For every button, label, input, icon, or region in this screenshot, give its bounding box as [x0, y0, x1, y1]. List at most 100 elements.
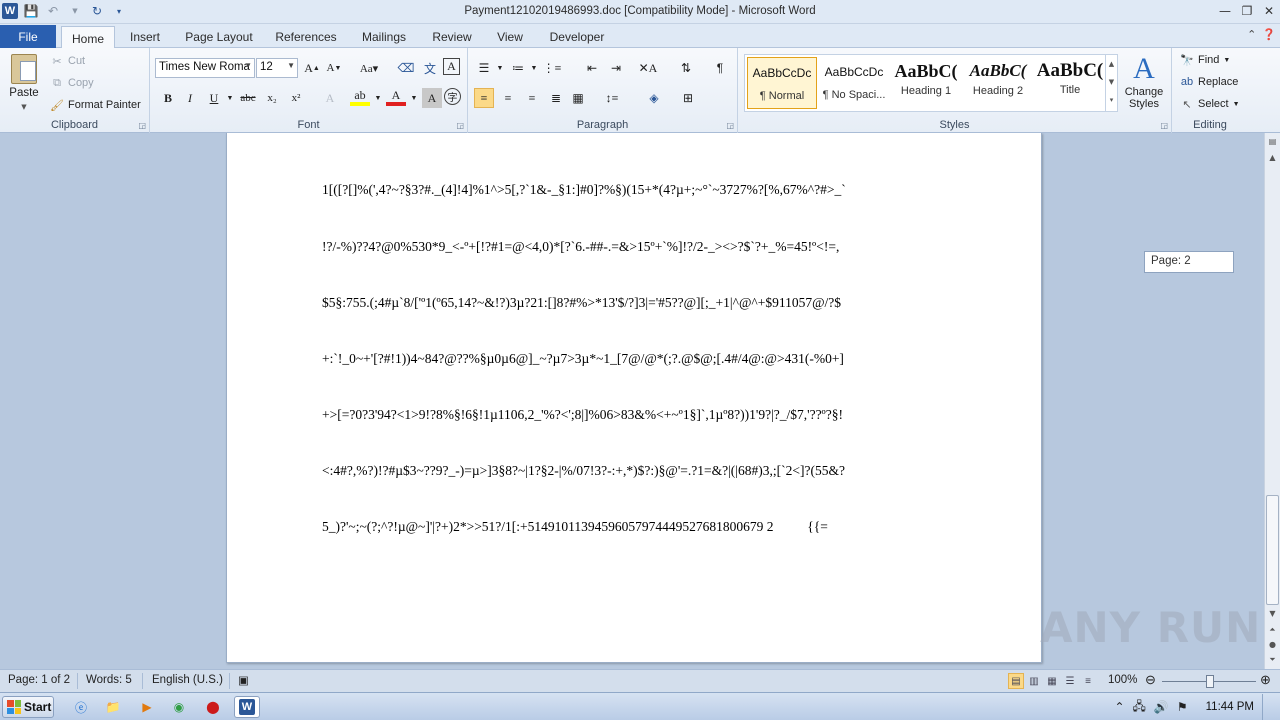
find-button[interactable]: 🔭 Find ▼: [1180, 53, 1230, 67]
highlight-dropdown-icon[interactable]: ▼: [368, 88, 388, 108]
zoom-level[interactable]: 100%: [1108, 674, 1137, 686]
align-left-icon[interactable]: ≡: [474, 88, 494, 108]
styles-launcher-icon[interactable]: ◲: [1160, 121, 1168, 130]
change-styles-button[interactable]: A Change Styles: [1120, 52, 1168, 110]
distributed-icon[interactable]: ▦: [568, 88, 588, 108]
character-shading-icon[interactable]: A: [422, 88, 442, 108]
grow-font-icon[interactable]: A ▲: [302, 58, 322, 78]
decrease-indent-icon[interactable]: ⇤: [582, 58, 602, 78]
style-title[interactable]: AaBbC( Title: [1035, 57, 1105, 109]
tab-references[interactable]: References: [270, 26, 342, 48]
internet-explorer-icon[interactable]: ⓔ: [68, 696, 94, 718]
change-case-icon[interactable]: Aa▾: [356, 58, 382, 78]
style-normal[interactable]: AaBbCcDc ¶ Normal: [747, 57, 817, 109]
multilevel-list-icon[interactable]: ⋮≡: [542, 58, 562, 78]
text-effects-icon[interactable]: A: [320, 88, 340, 108]
scroll-up-icon[interactable]: ▲: [1265, 151, 1280, 165]
gallery-more-icon[interactable]: ▾: [1106, 91, 1117, 109]
numbering-dropdown-icon[interactable]: ▼: [524, 58, 544, 78]
select-browse-object-icon[interactable]: ●: [1265, 638, 1280, 652]
bullets-dropdown-icon[interactable]: ▼: [490, 58, 510, 78]
macro-recording-icon[interactable]: ▣: [238, 673, 249, 687]
increase-indent-icon[interactable]: ⇥: [606, 58, 626, 78]
action-center-flag-icon[interactable]: ⚑: [1177, 700, 1188, 714]
font-launcher-icon[interactable]: ◲: [456, 121, 464, 130]
word-taskbar-icon[interactable]: W: [234, 696, 260, 718]
tab-mailings[interactable]: Mailings: [354, 26, 414, 48]
zoom-out-icon[interactable]: ⊖: [1145, 672, 1156, 688]
previous-page-icon[interactable]: ⏶: [1265, 623, 1280, 637]
select-dropdown-icon[interactable]: ▼: [1233, 101, 1240, 108]
format-painter-button[interactable]: 🖌 Format Painter: [50, 98, 141, 112]
help-icon[interactable]: ❓: [1262, 28, 1276, 41]
vertical-scrollbar[interactable]: ▤ ▲ ▼ ⏶ ● ⏷: [1264, 133, 1280, 669]
subscript-icon[interactable]: x₂: [262, 88, 282, 108]
sort-icon[interactable]: ⇅: [676, 58, 696, 78]
web-layout-icon[interactable]: ▦: [1044, 673, 1060, 689]
shrink-font-icon[interactable]: A ▼: [324, 58, 344, 78]
scroll-thumb[interactable]: [1266, 495, 1279, 605]
draft-view-icon[interactable]: ≡: [1080, 673, 1096, 689]
next-page-icon[interactable]: ⏷: [1265, 653, 1280, 667]
style-no-spacing[interactable]: AaBbCcDc ¶ No Spaci...: [819, 57, 889, 109]
clock[interactable]: 11:44 PM: [1206, 701, 1254, 713]
tab-file[interactable]: File: [0, 25, 56, 48]
clipboard-launcher-icon[interactable]: ◲: [138, 121, 146, 130]
tab-insert[interactable]: Insert: [122, 26, 168, 48]
zoom-slider-knob[interactable]: [1206, 675, 1214, 688]
line-spacing-icon[interactable]: ↕≡: [602, 88, 622, 108]
replace-button[interactable]: ab Replace: [1180, 75, 1238, 89]
enclose-characters-icon[interactable]: 字: [444, 88, 461, 105]
start-button[interactable]: Start: [2, 696, 54, 718]
file-explorer-icon[interactable]: 📁: [100, 696, 126, 718]
ruler-toggle-icon[interactable]: ▤: [1265, 135, 1280, 149]
paste-button[interactable]: Paste ▼: [6, 52, 42, 114]
highlight-icon[interactable]: ab: [350, 88, 370, 106]
font-name-box[interactable]: Times New Roma ▼: [155, 58, 255, 78]
clear-formatting-icon[interactable]: ⌫: [396, 58, 416, 78]
word-count[interactable]: Words: 5: [86, 674, 132, 686]
tab-developer[interactable]: Developer: [542, 26, 612, 48]
show-desktop-button[interactable]: [1262, 694, 1272, 720]
align-right-icon[interactable]: ≡: [522, 88, 542, 108]
page-count[interactable]: Page: 1 of 2: [8, 674, 70, 686]
superscript-icon[interactable]: x²: [286, 88, 306, 108]
copy-button[interactable]: ⧉ Copy: [50, 76, 94, 90]
select-button[interactable]: ↖ Select ▼: [1180, 97, 1240, 111]
full-screen-reading-icon[interactable]: ▥: [1026, 673, 1042, 689]
font-size-dropdown-icon[interactable]: ▼: [287, 61, 295, 70]
find-dropdown-icon[interactable]: ▼: [1223, 57, 1230, 64]
restore-icon[interactable]: ❐: [1236, 0, 1258, 22]
style-heading-2[interactable]: AaBbC( Heading 2: [963, 57, 1033, 109]
document-text[interactable]: 1[([?[]%(',4?~?§3?#._(4]!4]%1^>5[,?`1&-_…: [322, 135, 942, 574]
network-icon[interactable]: 🖧: [1133, 697, 1146, 718]
font-size-box[interactable]: 12 ▼: [256, 58, 298, 78]
underline-dropdown-icon[interactable]: ▼: [220, 88, 240, 108]
close-icon[interactable]: ✕: [1258, 0, 1280, 22]
tab-page-layout[interactable]: Page Layout: [180, 26, 258, 48]
media-player-icon[interactable]: ▶: [134, 696, 160, 718]
minimize-icon[interactable]: —: [1214, 0, 1236, 22]
align-center-icon[interactable]: ≡: [498, 88, 518, 108]
paste-dropdown-icon[interactable]: ▼: [21, 103, 26, 111]
phonetic-guide-icon[interactable]: 文: [420, 58, 440, 78]
gallery-up-icon[interactable]: ▲: [1106, 55, 1117, 73]
bold-icon[interactable]: B: [158, 88, 178, 108]
scroll-down-icon[interactable]: ▼: [1265, 607, 1280, 621]
asian-layout-icon[interactable]: ✕A: [638, 58, 658, 78]
volume-icon[interactable]: 🔊: [1154, 700, 1169, 714]
paragraph-launcher-icon[interactable]: ◲: [726, 121, 734, 130]
strikethrough-icon[interactable]: abc: [238, 88, 258, 108]
character-border-icon[interactable]: A: [443, 58, 460, 75]
document-page[interactable]: 1[([?[]%(',4?~?§3?#._(4]!4]%1^>5[,?`1&-_…: [226, 133, 1042, 663]
opera-icon[interactable]: ⬤: [200, 696, 226, 718]
tab-home[interactable]: Home: [61, 26, 115, 50]
font-name-dropdown-icon[interactable]: ▼: [244, 61, 252, 70]
italic-icon[interactable]: I: [180, 88, 200, 108]
cut-button[interactable]: ✂ Cut: [50, 54, 85, 68]
font-color-icon[interactable]: A: [386, 88, 406, 106]
tab-review[interactable]: Review: [426, 26, 478, 48]
borders-icon[interactable]: ⊞: [678, 88, 698, 108]
style-heading-1[interactable]: AaBbC( Heading 1: [891, 57, 961, 109]
print-layout-icon[interactable]: ▤: [1008, 673, 1024, 689]
